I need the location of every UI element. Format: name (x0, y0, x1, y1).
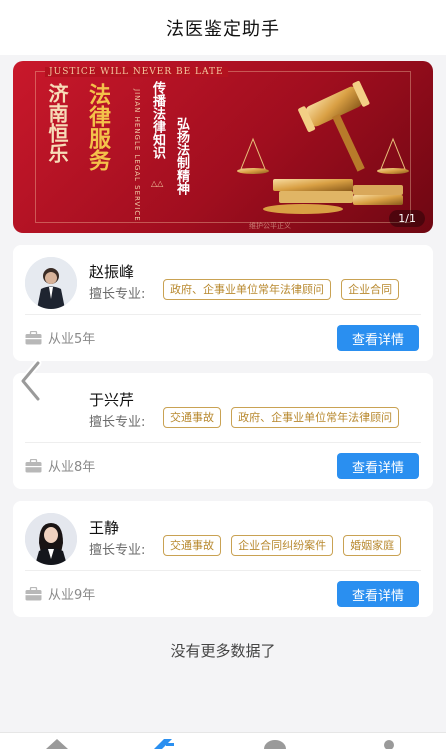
banner-page-indicator: 1/1 (389, 210, 425, 227)
specialty-tags: 交通事故 政府、企事业单位常年法律顾问 (163, 406, 433, 432)
lawyer-card[interactable]: 赵振峰 擅长专业: 政府、企事业单位常年法律顾问 企业合同 从业5年 查看详情 (13, 245, 433, 361)
experience-years: 从业9年 (48, 588, 96, 603)
user-icon[interactable] (376, 737, 402, 749)
experience-years: 从业8年 (48, 460, 96, 475)
banner-deco: △△ (151, 179, 164, 188)
promo-banner[interactable]: JUSTICE WILL NEVER BE LATE 济南恒乐 法律服务 JIN… (13, 61, 433, 233)
specialty-tag: 政府、企事业单位常年法律顾问 (163, 279, 331, 300)
home-icon[interactable] (44, 737, 70, 749)
experience: 从业9年 (25, 584, 95, 603)
app-header: 法医鉴定助手 (0, 0, 446, 55)
specialty-tag: 企业合同 (341, 279, 400, 300)
experience: 从业8年 (25, 456, 95, 475)
avatar (25, 513, 77, 565)
briefcase-icon (25, 586, 42, 600)
briefcase-icon (25, 330, 42, 344)
divider (25, 314, 421, 315)
experience: 从业5年 (25, 328, 95, 347)
banner-slogan-1: 传播法律知识 (150, 81, 165, 159)
banner-motto: JUSTICE WILL NEVER BE LATE (45, 67, 228, 77)
banner-watermark: 维护公平正义 (249, 222, 291, 230)
list-icon[interactable] (150, 737, 176, 749)
view-details-button[interactable]: 查看详情 (337, 453, 419, 479)
briefcase-icon (25, 458, 42, 472)
view-details-button[interactable]: 查看详情 (337, 325, 419, 351)
specialty-tags: 交通事故 企业合同纠纷案件 婚姻家庭 (163, 534, 433, 560)
gavel-icon (237, 81, 409, 214)
specialty-tags: 政府、企事业单位常年法律顾问 企业合同 (163, 278, 433, 304)
lawyer-card[interactable]: 于兴芹 擅长专业: 交通事故 政府、企事业单位常年法律顾问 从业8年 查看详情 (13, 373, 433, 489)
specialty-label: 擅长专业: (89, 415, 146, 430)
chevron-left-icon[interactable] (18, 360, 44, 402)
specialty-tag: 婚姻家庭 (343, 535, 402, 556)
page-title: 法医鉴定助手 (166, 18, 280, 40)
banner-eng-tag: JINAN HENGLE LEGAL SERVICE (133, 89, 141, 222)
banner-city: 济南恒乐 (45, 83, 69, 163)
specialty-label: 擅长专业: (89, 287, 146, 302)
view-details-button[interactable]: 查看详情 (337, 581, 419, 607)
specialty-label: 擅长专业: (89, 543, 146, 558)
lawyer-name: 王静 (89, 519, 120, 537)
specialty-tag: 企业合同纠纷案件 (231, 535, 334, 556)
divider (25, 442, 421, 443)
no-more-data-text: 没有更多数据了 (170, 642, 276, 660)
specialty-tag: 政府、企事业单位常年法律顾问 (231, 407, 400, 428)
specialty-tag: 交通事故 (163, 407, 221, 428)
lawyer-name: 赵振峰 (89, 263, 135, 281)
message-icon[interactable] (262, 737, 288, 749)
banner-slogan-2: 弘扬法制精神 (174, 117, 189, 195)
banner-service: 法律服务 (85, 83, 111, 171)
bottom-tab-bar (0, 732, 446, 749)
lawyer-name: 于兴芹 (89, 391, 135, 409)
experience-years: 从业5年 (48, 332, 96, 347)
specialty-tag: 交通事故 (163, 535, 221, 556)
avatar (25, 257, 77, 309)
divider (25, 570, 421, 571)
lawyer-card[interactable]: 王静 擅长专业: 交通事故 企业合同纠纷案件 婚姻家庭 从业9年 查看详情 (13, 501, 433, 617)
